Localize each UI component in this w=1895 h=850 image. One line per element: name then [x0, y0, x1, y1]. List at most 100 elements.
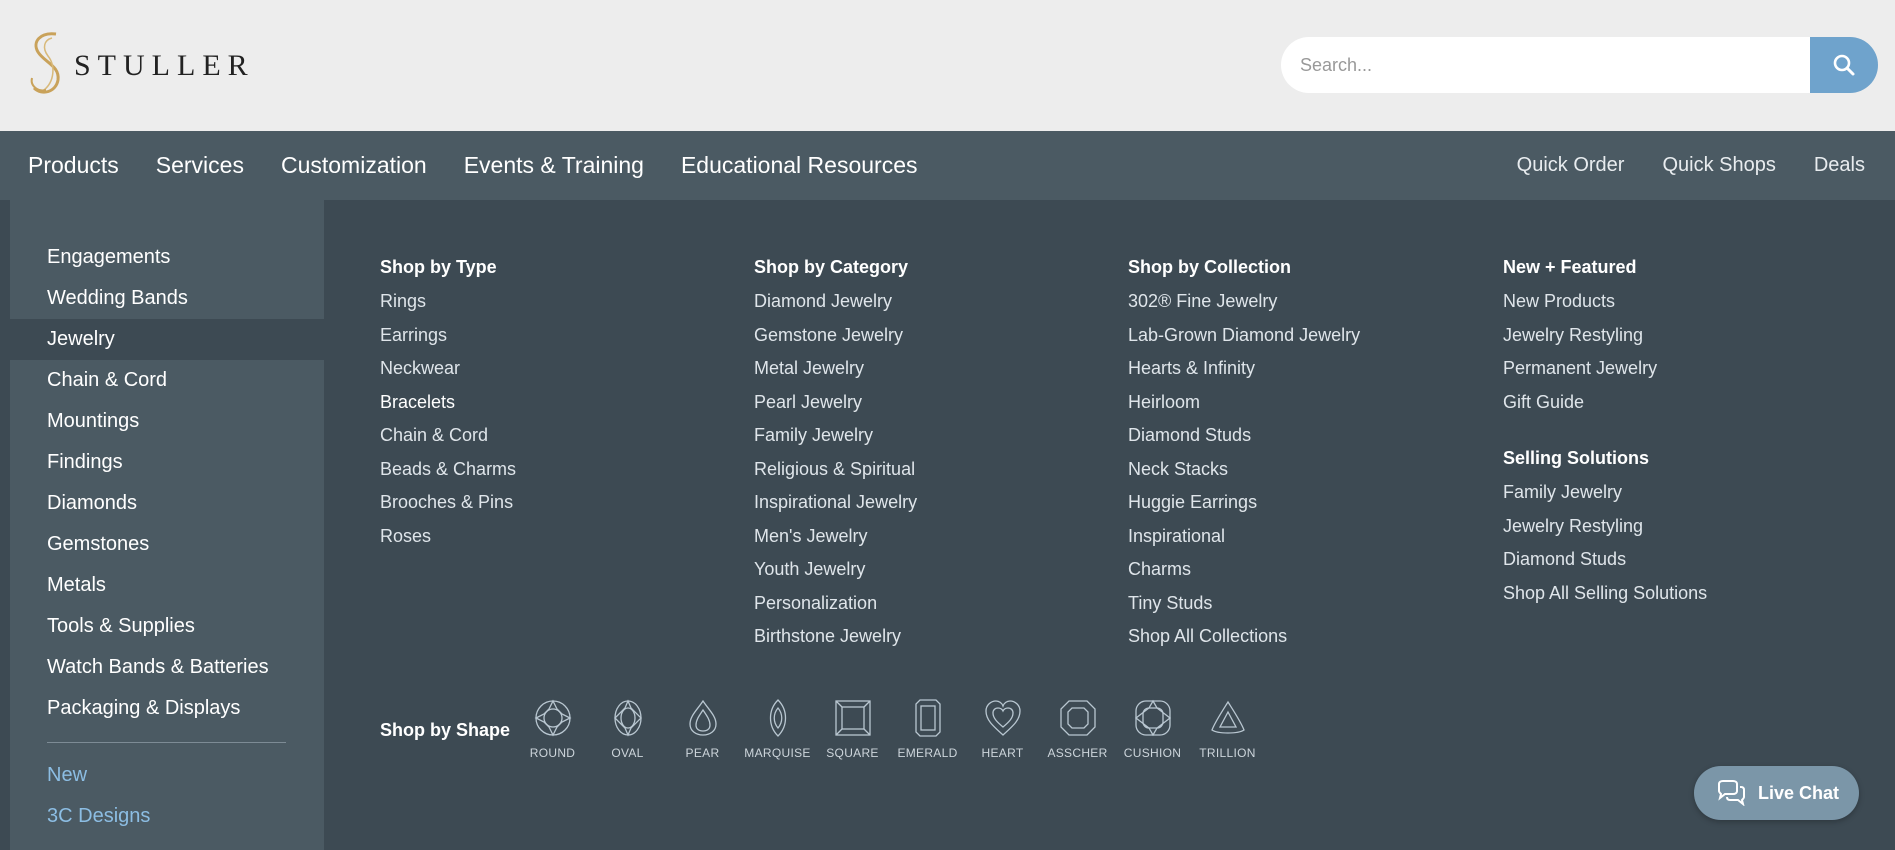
nav-quick-shops[interactable]: Quick Shops — [1662, 154, 1775, 177]
sidebar-item-watch-bands-batteries[interactable]: Watch Bands & Batteries — [10, 647, 324, 688]
link-shop-all-selling-solutions[interactable]: Shop All Selling Solutions — [1503, 577, 1707, 611]
heading-shop-by-collection: Shop by Collection — [1128, 257, 1292, 277]
link-gift-guide[interactable]: Gift Guide — [1503, 386, 1707, 420]
link-pearl-jewelry[interactable]: Pearl Jewelry — [754, 386, 917, 420]
link-chain-cord[interactable]: Chain & Cord — [380, 419, 516, 453]
link-permanent-jewelry[interactable]: Permanent Jewelry — [1503, 352, 1707, 386]
shape-label: MARQUISE — [744, 746, 811, 760]
sidebar-item-mountings[interactable]: Mountings — [10, 401, 324, 442]
secondary-nav: Quick Order Quick Shops Deals — [1479, 131, 1865, 200]
primary-nav: Products Services Customization Events &… — [28, 131, 955, 200]
shape-heart[interactable]: HEART — [965, 698, 1040, 760]
link-birthstone-jewelry[interactable]: Birthstone Jewelry — [754, 620, 917, 654]
sidebar-divider — [47, 742, 286, 743]
shape-emerald[interactable]: EMERALD — [890, 698, 965, 760]
link-302-fine-jewelry[interactable]: 302® Fine Jewelry — [1128, 285, 1360, 319]
site-header: STULLER — [0, 0, 1895, 131]
heading-new-featured: New + Featured — [1503, 257, 1637, 277]
sidebar-item-wedding-bands[interactable]: Wedding Bands — [10, 278, 324, 319]
link-gemstone-jewelry[interactable]: Gemstone Jewelry — [754, 319, 917, 353]
sidebar-item-gemstones[interactable]: Gemstones — [10, 524, 324, 565]
heart-diamond-icon — [984, 700, 1021, 736]
column-shop-by-type: Shop by Type Rings Earrings Neckwear Bra… — [380, 255, 516, 553]
live-chat-button[interactable]: Live Chat — [1694, 766, 1859, 820]
link-shop-all-collections[interactable]: Shop All Collections — [1128, 620, 1360, 654]
stuller-logo[interactable]: STULLER — [26, 30, 255, 98]
pear-diamond-icon — [688, 699, 717, 736]
sidebar-link-new[interactable]: New — [47, 764, 87, 787]
nav-quick-order[interactable]: Quick Order — [1517, 154, 1625, 177]
square-diamond-icon — [834, 700, 871, 736]
link-religious-spiritual[interactable]: Religious & Spiritual — [754, 453, 917, 487]
link-personalization[interactable]: Personalization — [754, 587, 917, 621]
nav-educational-resources[interactable]: Educational Resources — [681, 152, 918, 179]
link-tiny-studs[interactable]: Tiny Studs — [1128, 587, 1360, 621]
link-diamond-jewelry[interactable]: Diamond Jewelry — [754, 285, 917, 319]
nav-customization[interactable]: Customization — [281, 152, 427, 179]
brand-name: STULLER — [74, 49, 255, 82]
shape-oval[interactable]: OVAL — [590, 698, 665, 760]
link-diamond-studs[interactable]: Diamond Studs — [1128, 419, 1360, 453]
link-rings[interactable]: Rings — [380, 285, 516, 319]
sidebar-item-chain-cord[interactable]: Chain & Cord — [10, 360, 324, 401]
link-lab-grown-diamond-jewelry[interactable]: Lab-Grown Diamond Jewelry — [1128, 319, 1360, 353]
link-inspirational[interactable]: Inspirational — [1128, 520, 1360, 554]
sidebar-item-diamonds[interactable]: Diamonds — [10, 483, 324, 524]
link-roses[interactable]: Roses — [380, 520, 516, 554]
link-neck-stacks[interactable]: Neck Stacks — [1128, 453, 1360, 487]
link-diamond-studs-solution[interactable]: Diamond Studs — [1503, 543, 1707, 577]
sidebar-list: Engagements Wedding Bands Jewelry Chain … — [10, 237, 324, 729]
nav-active-caret — [54, 200, 94, 218]
link-brooches-pins[interactable]: Brooches & Pins — [380, 486, 516, 520]
link-neckwear[interactable]: Neckwear — [380, 352, 516, 386]
shape-square[interactable]: SQUARE — [815, 698, 890, 760]
link-metal-jewelry[interactable]: Metal Jewelry — [754, 352, 917, 386]
shape-pear[interactable]: PEAR — [665, 698, 740, 760]
link-charms[interactable]: Charms — [1128, 553, 1360, 587]
shape-cushion[interactable]: CUSHION — [1115, 698, 1190, 760]
live-chat-label: Live Chat — [1758, 782, 1840, 803]
link-inspirational-jewelry[interactable]: Inspirational Jewelry — [754, 486, 917, 520]
link-beads-charms[interactable]: Beads & Charms — [380, 453, 516, 487]
link-earrings[interactable]: Earrings — [380, 319, 516, 353]
search-button[interactable] — [1810, 37, 1878, 93]
link-new-products[interactable]: New Products — [1503, 285, 1707, 319]
sidebar-item-metals[interactable]: Metals — [10, 565, 324, 606]
link-jewelry-restyling[interactable]: Jewelry Restyling — [1503, 319, 1707, 353]
sidebar-item-jewelry[interactable]: Jewelry — [10, 319, 324, 360]
link-family-jewelry[interactable]: Family Jewelry — [754, 419, 917, 453]
shape-list: ROUND OVAL PEAR MARQUISE SQUARE EMERALD … — [515, 698, 1265, 760]
sidebar-link-3c-designs[interactable]: 3C Designs — [47, 805, 150, 828]
nav-products[interactable]: Products — [28, 152, 119, 179]
link-jewelry-restyling-solution[interactable]: Jewelry Restyling — [1503, 510, 1707, 544]
column-shop-by-collection: Shop by Collection 302® Fine Jewelry Lab… — [1128, 255, 1360, 654]
shape-label: CUSHION — [1123, 746, 1182, 760]
link-heirloom[interactable]: Heirloom — [1128, 386, 1360, 420]
marquise-diamond-icon — [769, 699, 786, 737]
link-youth-jewelry[interactable]: Youth Jewelry — [754, 553, 917, 587]
search-icon — [1833, 54, 1855, 76]
nav-deals[interactable]: Deals — [1814, 154, 1865, 177]
sidebar-item-engagements[interactable]: Engagements — [10, 237, 324, 278]
chat-bubbles-icon — [1718, 780, 1745, 806]
link-bracelets[interactable]: Bracelets — [380, 386, 516, 420]
column-shop-by-category: Shop by Category Diamond Jewelry Gemston… — [754, 255, 917, 654]
sidebar-item-packaging-displays[interactable]: Packaging & Displays — [10, 688, 324, 729]
shape-trillion[interactable]: TRILLION — [1190, 698, 1265, 760]
round-diamond-icon — [534, 699, 571, 737]
link-hearts-infinity[interactable]: Hearts & Infinity — [1128, 352, 1360, 386]
sidebar-item-tools-supplies[interactable]: Tools & Supplies — [10, 606, 324, 647]
search-input[interactable] — [1281, 37, 1810, 93]
link-mens-jewelry[interactable]: Men's Jewelry — [754, 520, 917, 554]
link-huggie-earrings[interactable]: Huggie Earrings — [1128, 486, 1360, 520]
nav-events-training[interactable]: Events & Training — [464, 152, 644, 179]
cushion-diamond-icon — [1134, 699, 1171, 737]
nav-services[interactable]: Services — [156, 152, 244, 179]
sidebar-item-findings[interactable]: Findings — [10, 442, 324, 483]
shape-round[interactable]: ROUND — [515, 698, 590, 760]
shape-asscher[interactable]: ASSCHER — [1040, 698, 1115, 760]
shape-marquise[interactable]: MARQUISE — [740, 698, 815, 760]
link-family-jewelry-solution[interactable]: Family Jewelry — [1503, 476, 1707, 510]
heading-shop-by-shape: Shop by Shape — [380, 720, 511, 740]
column-spacer — [1503, 419, 1707, 446]
